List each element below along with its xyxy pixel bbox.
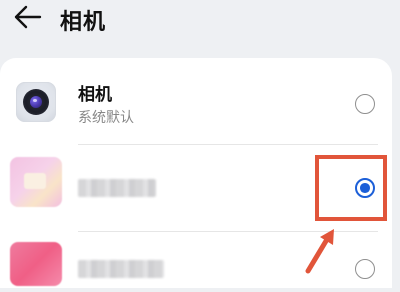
radio-camera[interactable]	[355, 94, 375, 114]
app-icon-red	[10, 242, 62, 286]
lens-glint	[33, 99, 37, 102]
camera-app-icon	[16, 82, 56, 122]
header: 相机	[0, 0, 400, 40]
annotation-arrow-icon	[305, 229, 334, 274]
page-title: 相机	[60, 9, 107, 34]
list-item-camera[interactable]: 相机 系统默认	[0, 58, 392, 144]
camera-lens	[23, 89, 49, 115]
highlight-box	[315, 155, 387, 221]
app-icon-inner	[24, 173, 46, 189]
app-name-redacted	[78, 260, 164, 278]
app-name-redacted	[78, 179, 156, 197]
camera-lens-inner	[30, 96, 42, 108]
back-arrow-icon[interactable]	[12, 4, 42, 30]
app-name: 相机	[78, 85, 112, 104]
app-icon-pink	[10, 157, 62, 207]
app-subtitle: 系统默认	[78, 109, 134, 125]
